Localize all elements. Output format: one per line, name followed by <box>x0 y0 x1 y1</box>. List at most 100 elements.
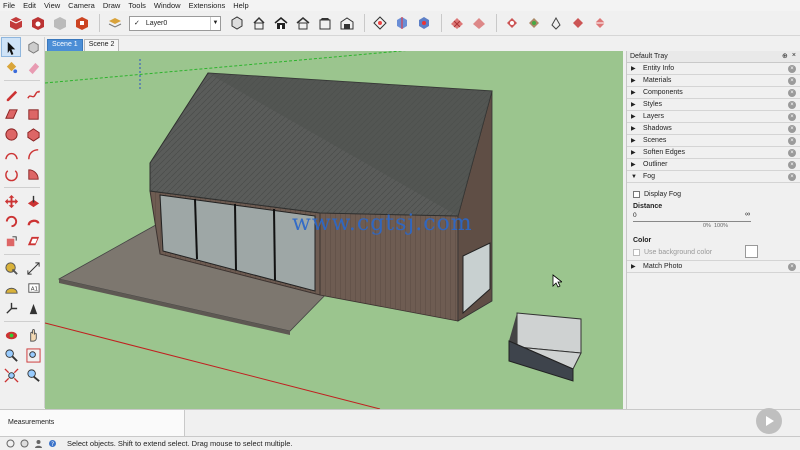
panel-fog[interactable]: ▼ Fog × <box>627 171 800 183</box>
panel-soften-edges[interactable]: ▶ Soften Edges × <box>627 147 800 159</box>
close-panel-icon[interactable]: × <box>788 77 796 85</box>
tape-measure-icon[interactable] <box>1 258 21 278</box>
orbit-icon[interactable] <box>1 325 21 345</box>
arc-icon[interactable] <box>1 144 21 164</box>
paint-bucket-icon[interactable] <box>1 57 21 77</box>
zoom-window-icon[interactable] <box>23 345 43 365</box>
make-component-icon[interactable] <box>23 37 43 57</box>
panel-entity-info[interactable]: ▶ Entity Info × <box>627 63 800 75</box>
pin-icon[interactable]: ⊕ <box>782 52 788 60</box>
geo-location-icon[interactable] <box>5 439 15 449</box>
panel-layers[interactable]: ▶ Layers × <box>627 111 800 123</box>
menu-window[interactable]: Window <box>154 1 181 10</box>
polygon-icon[interactable] <box>23 124 43 144</box>
monochrome-icon[interactable] <box>590 13 610 33</box>
help-icon[interactable]: ? <box>47 439 57 449</box>
rotated-rectangle-icon[interactable] <box>23 104 43 124</box>
select-tool-icon[interactable] <box>1 37 21 57</box>
display-section-icon[interactable] <box>392 13 412 33</box>
wireframe-icon[interactable] <box>502 13 522 33</box>
section-plane-icon[interactable] <box>370 13 390 33</box>
get-models-icon[interactable] <box>6 13 26 33</box>
xray-icon[interactable] <box>447 13 467 33</box>
close-panel-icon[interactable]: × <box>788 173 796 181</box>
close-panel-icon[interactable]: × <box>788 137 796 145</box>
menu-help[interactable]: Help <box>233 1 248 10</box>
front-view-icon[interactable] <box>271 13 291 33</box>
panel-scenes[interactable]: ▶ Scenes × <box>627 135 800 147</box>
box-top[interactable] <box>516 312 582 354</box>
dimension-icon[interactable] <box>23 258 43 278</box>
scale-icon[interactable] <box>1 231 21 251</box>
back-edges-icon[interactable] <box>469 13 489 33</box>
eraser-icon[interactable] <box>23 57 43 77</box>
tab-scene-2[interactable]: Scene 2 <box>83 39 120 51</box>
freehand-icon[interactable] <box>23 84 43 104</box>
pie-icon[interactable] <box>23 164 43 184</box>
panel-match-photo[interactable]: ▶ Match Photo × <box>627 261 800 273</box>
close-panel-icon[interactable]: × <box>788 65 796 73</box>
text-icon[interactable]: A1 <box>23 278 43 298</box>
axes-icon[interactable] <box>1 298 21 318</box>
position-camera-icon[interactable] <box>23 365 43 385</box>
extension-warehouse-icon[interactable] <box>72 13 92 33</box>
drawing-area[interactable]: www.cgtsj.com <box>45 51 623 409</box>
shaded-icon[interactable] <box>546 13 566 33</box>
close-panel-icon[interactable]: × <box>788 149 796 157</box>
move-icon[interactable] <box>1 191 21 211</box>
two-point-arc-icon[interactable] <box>23 144 43 164</box>
hidden-line-icon[interactable] <box>524 13 544 33</box>
protractor-icon[interactable] <box>1 278 21 298</box>
right-view-icon[interactable] <box>293 13 313 33</box>
follow-me-icon[interactable] <box>23 211 43 231</box>
push-pull-icon[interactable] <box>23 191 43 211</box>
shaded-textures-icon[interactable] <box>568 13 588 33</box>
zoom-extents-icon[interactable] <box>1 365 21 385</box>
close-panel-icon[interactable]: × <box>788 113 796 121</box>
fog-color-swatch[interactable] <box>745 245 758 258</box>
tab-scene-1[interactable]: Scene 1 <box>47 39 83 51</box>
pan-icon[interactable] <box>23 325 43 345</box>
menu-edit[interactable]: Edit <box>23 1 36 10</box>
iso-view-icon[interactable] <box>227 13 247 33</box>
credits-icon[interactable] <box>19 439 29 449</box>
user-icon[interactable] <box>33 439 43 449</box>
rotate-icon[interactable] <box>1 211 21 231</box>
close-panel-icon[interactable]: × <box>788 101 796 109</box>
pencil-icon[interactable] <box>1 84 21 104</box>
3d-text-icon[interactable] <box>23 298 43 318</box>
distance-slider[interactable] <box>633 221 751 222</box>
circle-icon[interactable] <box>1 124 21 144</box>
share-component-icon[interactable] <box>50 13 70 33</box>
panel-materials[interactable]: ▶ Materials × <box>627 75 800 87</box>
close-panel-icon[interactable]: × <box>788 161 796 169</box>
display-fog-row[interactable]: Display Fog <box>633 191 681 198</box>
panel-shadows[interactable]: ▶ Shadows × <box>627 123 800 135</box>
menu-extensions[interactable]: Extensions <box>189 1 226 10</box>
close-panel-icon[interactable]: × <box>788 125 796 133</box>
top-view-icon[interactable] <box>249 13 269 33</box>
share-model-icon[interactable] <box>28 13 48 33</box>
menu-view[interactable]: View <box>44 1 60 10</box>
panel-components[interactable]: ▶ Components × <box>627 87 800 99</box>
close-panel-icon[interactable]: × <box>788 89 796 97</box>
menu-file[interactable]: File <box>3 1 15 10</box>
section-cuts-icon[interactable] <box>414 13 434 33</box>
zoom-icon[interactable] <box>1 345 21 365</box>
close-icon[interactable]: × <box>792 52 796 60</box>
close-panel-icon[interactable]: × <box>788 263 796 271</box>
panel-outliner[interactable]: ▶ Outliner × <box>627 159 800 171</box>
play-button[interactable] <box>756 408 782 434</box>
display-fog-checkbox[interactable] <box>633 191 640 198</box>
menu-camera[interactable]: Camera <box>68 1 95 10</box>
layer-dropdown[interactable]: ✓ Layer0 ▼ <box>129 15 221 31</box>
measurements-box[interactable]: Measurements <box>0 409 185 436</box>
use-bg-checkbox[interactable] <box>633 249 640 256</box>
left-view-icon[interactable] <box>337 13 357 33</box>
back-view-icon[interactable] <box>315 13 335 33</box>
use-bg-row[interactable]: Use background color <box>633 249 712 256</box>
panel-styles[interactable]: ▶ Styles × <box>627 99 800 111</box>
offset-icon[interactable] <box>23 231 43 251</box>
three-point-arc-icon[interactable] <box>1 164 21 184</box>
rectangle-icon[interactable] <box>1 104 21 124</box>
